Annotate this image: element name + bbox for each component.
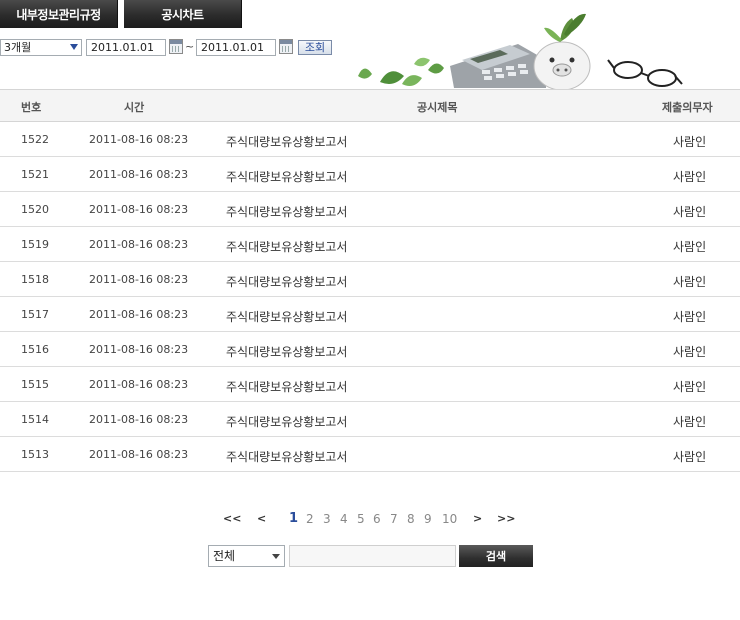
row-submitter: 사람인 (673, 345, 707, 359)
row-time: 2011-08-16 08:23 (89, 343, 189, 356)
row-no: 1519 (21, 238, 49, 251)
row-time: 2011-08-16 08:23 (89, 238, 189, 251)
chevron-down-icon (70, 44, 78, 50)
row-no: 1517 (21, 308, 49, 321)
row-no: 1516 (21, 343, 49, 356)
row-no: 1515 (21, 378, 49, 391)
row-title-link[interactable]: 주식대량보유상황보고서 (226, 203, 347, 220)
date-to-field[interactable]: 2011.01.01 (196, 39, 276, 56)
page-link-5[interactable]: 5 (357, 512, 365, 526)
table-row[interactable]: 1513 2011-08-16 08:23 주식대량보유상황보고서 사람인 (0, 437, 740, 472)
row-time: 2011-08-16 08:23 (89, 168, 189, 181)
page-link-6[interactable]: 6 (373, 512, 381, 526)
last-page-button[interactable]: >> (497, 512, 515, 525)
row-no: 1514 (21, 413, 49, 426)
row-time: 2011-08-16 08:23 (89, 448, 189, 461)
disclosure-chart-button[interactable]: 공시차트 (124, 0, 242, 28)
row-no: 1520 (21, 203, 49, 216)
header-title: 공시제목 (417, 101, 458, 114)
disclosure-table: 번호 시간 공시제목 제출의무자 1522 2011-08-16 08:23 주식대… (0, 89, 740, 472)
row-no: 1518 (21, 273, 49, 286)
row-submitter: 사람인 (673, 380, 707, 394)
table-row[interactable]: 1519 2011-08-16 08:23 주식대량보유상황보고서 사람인 (0, 227, 740, 262)
search-scope-value: 전체 (213, 549, 236, 563)
calendar-icon[interactable] (169, 39, 183, 54)
leaves-icon (358, 57, 444, 86)
row-title-link[interactable]: 주식대량보유상황보고서 (226, 378, 347, 395)
row-no: 1521 (21, 168, 49, 181)
page-link-8[interactable]: 8 (407, 512, 415, 526)
row-submitter: 사람인 (673, 415, 707, 429)
table-row[interactable]: 1521 2011-08-16 08:23 주식대량보유상황보고서 사람인 (0, 157, 740, 192)
row-submitter: 사람인 (673, 170, 707, 184)
search-input[interactable] (289, 545, 456, 567)
row-submitter: 사람인 (673, 240, 707, 254)
row-title-link[interactable]: 주식대량보유상황보고서 (226, 413, 347, 430)
prev-page-button[interactable]: < (257, 512, 266, 525)
row-submitter: 사람인 (673, 310, 707, 324)
table-row[interactable]: 1517 2011-08-16 08:23 주식대량보유상황보고서 사람인 (0, 297, 740, 332)
pagination: << <1 2 3 4 5 6 7 8 9 10 > >> (0, 511, 740, 528)
row-title-link[interactable]: 주식대량보유상황보고서 (226, 343, 347, 360)
table-row[interactable]: 1520 2011-08-16 08:23 주식대량보유상황보고서 사람인 (0, 192, 740, 227)
search-scope-select[interactable]: 전체 (208, 545, 285, 567)
table-row[interactable]: 1522 2011-08-16 08:23 주식대량보유상황보고서 사람인 (0, 122, 740, 157)
row-title-link[interactable]: 주식대량보유상황보고서 (226, 133, 347, 150)
header-time: 시간 (124, 101, 145, 114)
table-row[interactable]: 1518 2011-08-16 08:23 주식대량보유상황보고서 사람인 (0, 262, 740, 297)
row-title-link[interactable]: 주식대량보유상황보고서 (226, 273, 347, 290)
date-separator: ~ (185, 40, 195, 53)
row-time: 2011-08-16 08:23 (89, 273, 189, 286)
page-link-4[interactable]: 4 (340, 512, 348, 526)
table-row[interactable]: 1516 2011-08-16 08:23 주식대량보유상황보고서 사람인 (0, 332, 740, 367)
page-link-2[interactable]: 2 (306, 512, 314, 526)
table-header: 번호 시간 공시제목 제출의무자 (0, 89, 740, 122)
date-from-field[interactable]: 2011.01.01 (86, 39, 166, 56)
row-time: 2011-08-16 08:23 (89, 413, 189, 426)
period-select[interactable]: 3개월 (0, 39, 82, 56)
row-submitter: 사람인 (673, 205, 707, 219)
row-submitter: 사람인 (673, 275, 707, 289)
row-title-link[interactable]: 주식대량보유상황보고서 (226, 448, 347, 465)
search-button[interactable]: 검색 (459, 545, 533, 567)
first-page-button[interactable]: << (223, 512, 241, 525)
header-no: 번호 (21, 101, 42, 114)
finance-illustration (358, 13, 683, 90)
row-submitter: 사람인 (673, 450, 707, 464)
row-time: 2011-08-16 08:23 (89, 203, 189, 216)
glasses-icon (607, 59, 683, 87)
row-time: 2011-08-16 08:23 (89, 378, 189, 391)
page-link-3[interactable]: 3 (323, 512, 331, 526)
internal-rules-button[interactable]: 내부정보관리규정 (0, 0, 118, 28)
row-submitter: 사람인 (673, 135, 707, 149)
row-title-link[interactable]: 주식대량보유상황보고서 (226, 238, 347, 255)
header-submitter: 제출의무자 (662, 101, 713, 114)
piggy-bank-icon (533, 13, 591, 90)
next-page-button[interactable]: > (473, 512, 482, 525)
page-link-10[interactable]: 10 (442, 512, 457, 526)
row-title-link[interactable]: 주식대량보유상황보고서 (226, 308, 347, 325)
row-no: 1522 (21, 133, 49, 146)
row-no: 1513 (21, 448, 49, 461)
query-button[interactable]: 조회 (298, 40, 332, 55)
row-time: 2011-08-16 08:23 (89, 133, 189, 146)
page-link-9[interactable]: 9 (424, 512, 432, 526)
table-row[interactable]: 1514 2011-08-16 08:23 주식대량보유상황보고서 사람인 (0, 402, 740, 437)
row-title-link[interactable]: 주식대량보유상황보고서 (226, 168, 347, 185)
page-link-7[interactable]: 7 (390, 512, 398, 526)
chevron-down-icon (272, 554, 280, 559)
table-row[interactable]: 1515 2011-08-16 08:23 주식대량보유상황보고서 사람인 (0, 367, 740, 402)
row-time: 2011-08-16 08:23 (89, 308, 189, 321)
period-select-value: 3개월 (4, 41, 32, 54)
calculator-icon (450, 44, 546, 88)
calendar-icon[interactable] (279, 39, 293, 54)
page-link-1[interactable]: 1 (289, 511, 298, 526)
